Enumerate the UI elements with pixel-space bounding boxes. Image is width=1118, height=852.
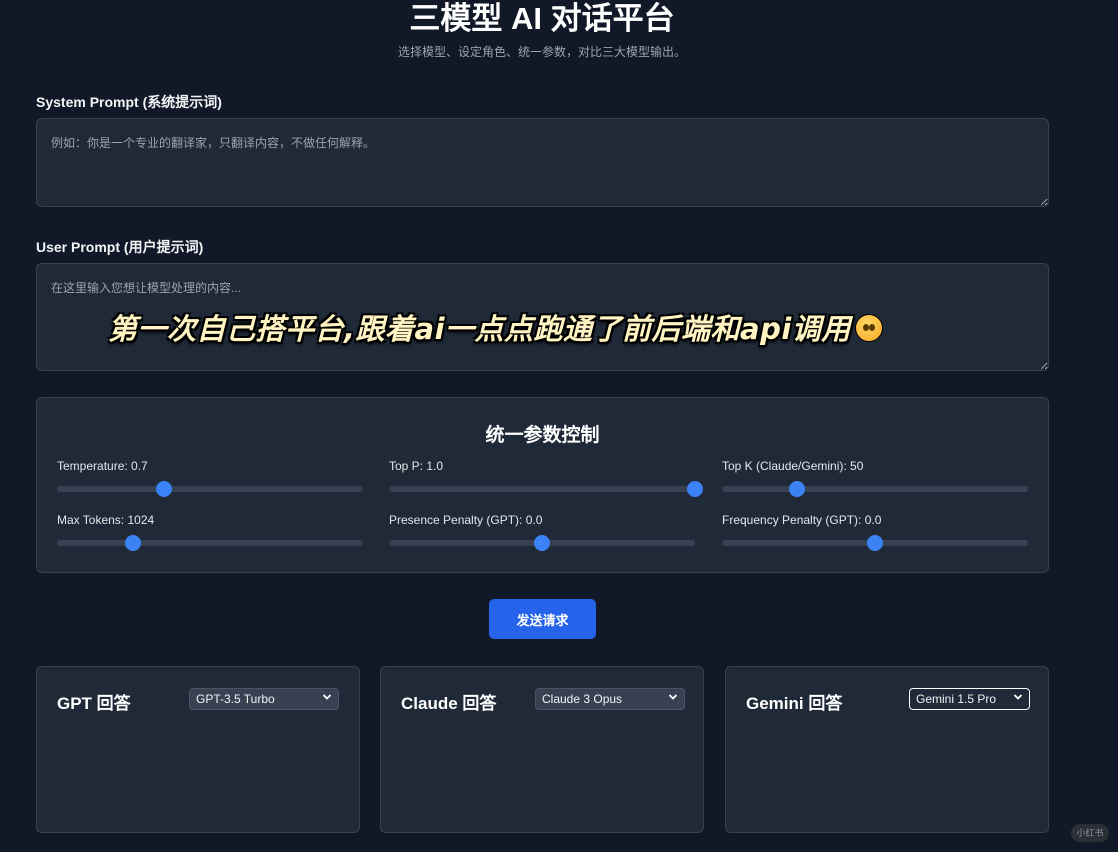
slider-thumb[interactable] bbox=[687, 481, 703, 497]
param-top-p: Top P: 1.0 bbox=[389, 459, 703, 497]
user-prompt-label: User Prompt (用户提示词) bbox=[36, 239, 204, 255]
slider-thumb[interactable] bbox=[125, 535, 142, 551]
page-title: 三模型 AI 对话平台 bbox=[409, 1, 675, 36]
param-frequency-penalty: Frequency Penalty (GPT): 0.0 bbox=[722, 513, 1028, 551]
gpt-model-select[interactable]: GPT-3.5 Turbo bbox=[189, 688, 339, 710]
page-subtitle: 选择模型、设定角色、统一参数，对比三大模型输出。 bbox=[397, 45, 686, 59]
param-label: Max Tokens: 1024 bbox=[57, 513, 155, 527]
chevron-down-icon bbox=[1013, 694, 1023, 700]
temperature-slider[interactable] bbox=[57, 481, 363, 497]
system-prompt-input[interactable] bbox=[36, 118, 1049, 207]
chevron-down-icon bbox=[668, 694, 678, 700]
param-temperature: Temperature: 0.7 bbox=[57, 459, 363, 497]
claude-model-select[interactable]: Claude 3 Opus bbox=[535, 688, 685, 710]
chevron-down-icon bbox=[322, 694, 332, 700]
send-request-button[interactable]: 发送请求 bbox=[489, 599, 596, 639]
panel-title: Claude 回答 bbox=[401, 694, 497, 713]
slider-thumb[interactable] bbox=[156, 481, 173, 497]
top-p-slider[interactable] bbox=[389, 481, 703, 497]
param-top-k: Top K (Claude/Gemini): 50 bbox=[722, 459, 1028, 497]
panel-title: Gemini 回答 bbox=[746, 694, 843, 713]
select-value: Claude 3 Opus bbox=[542, 692, 623, 706]
slider-thumb[interactable] bbox=[789, 481, 806, 497]
overlay-caption: 第一次自己搭平台,跟着ai一点点跑通了前后端和api调用 bbox=[108, 306, 948, 348]
pleading-face-emoji-icon bbox=[854, 314, 883, 342]
param-label: Frequency Penalty (GPT): 0.0 bbox=[722, 513, 882, 527]
param-label: Temperature: 0.7 bbox=[57, 459, 148, 473]
gemini-model-select[interactable]: Gemini 1.5 Pro bbox=[909, 688, 1030, 710]
watermark: 小红书 bbox=[1071, 824, 1109, 842]
gemini-answer-panel: Gemini 回答 Gemini 1.5 Pro bbox=[725, 666, 1049, 833]
select-value: GPT-3.5 Turbo bbox=[196, 692, 275, 706]
slider-thumb[interactable] bbox=[534, 535, 550, 551]
overlay-caption-text: 第一次自己搭平台,跟着ai一点点跑通了前后端和api调用 bbox=[108, 312, 851, 346]
max-tokens-slider[interactable] bbox=[57, 535, 363, 551]
param-label: Presence Penalty (GPT): 0.0 bbox=[389, 513, 543, 527]
params-title: 统一参数控制 bbox=[485, 425, 600, 446]
gpt-answer-panel: GPT 回答 GPT-3.5 Turbo bbox=[36, 666, 360, 833]
param-max-tokens: Max Tokens: 1024 bbox=[57, 513, 363, 551]
param-presence-penalty: Presence Penalty (GPT): 0.0 bbox=[389, 513, 695, 551]
slider-thumb[interactable] bbox=[867, 535, 883, 551]
top-k-slider[interactable] bbox=[722, 481, 1028, 497]
param-label: Top K (Claude/Gemini): 50 bbox=[722, 459, 864, 473]
frequency-penalty-slider[interactable] bbox=[722, 535, 1028, 551]
param-label: Top P: 1.0 bbox=[389, 459, 444, 473]
system-prompt-label: System Prompt (系统提示词) bbox=[36, 94, 222, 110]
params-panel: 统一参数控制 Temperature: 0.7 Top P: 1.0 Top K… bbox=[36, 397, 1049, 573]
presence-penalty-slider[interactable] bbox=[389, 535, 695, 551]
panel-title: GPT 回答 bbox=[57, 694, 131, 713]
select-value: Gemini 1.5 Pro bbox=[916, 692, 997, 706]
claude-answer-panel: Claude 回答 Claude 3 Opus bbox=[380, 666, 704, 833]
